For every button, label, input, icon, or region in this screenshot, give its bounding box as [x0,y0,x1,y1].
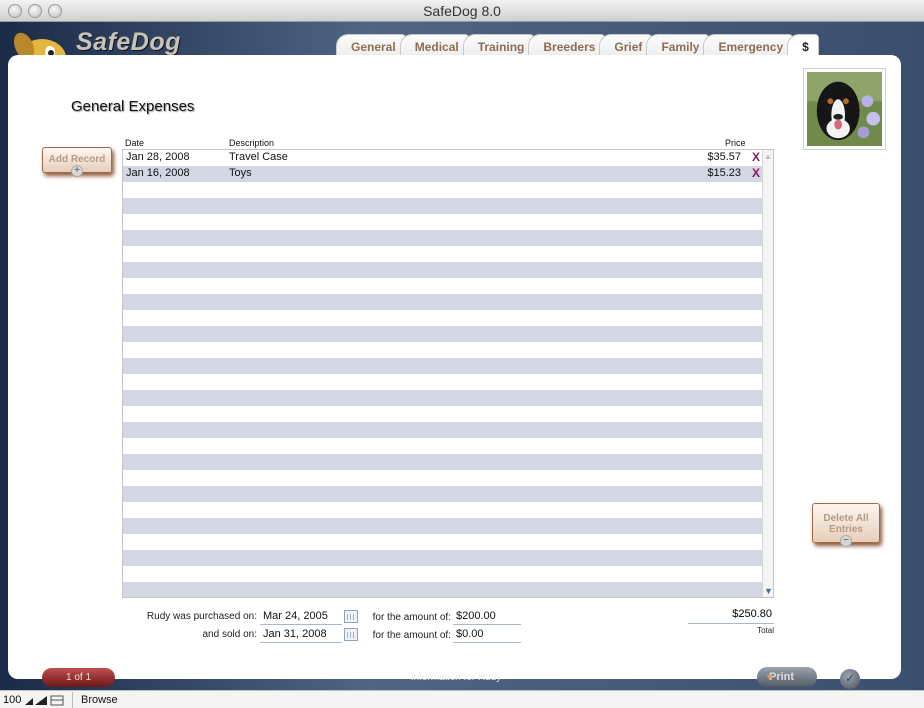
table-row[interactable] [123,470,763,486]
chevron-down-icon: ▼ [765,672,774,682]
scroll-down-icon[interactable]: ▼ [764,586,773,596]
zoom-controls-icon[interactable] [25,694,65,706]
add-record-label: Add Record [48,154,106,165]
table-row[interactable] [123,278,763,294]
purchase-amount-label: for the amount of: [372,612,451,623]
table-row[interactable] [123,310,763,326]
purchase-date-field[interactable]: Mar 24, 2005 [260,609,342,625]
table-row[interactable] [123,518,763,534]
calendar-icon[interactable] [344,628,358,641]
sold-label: and sold on: [202,629,258,640]
brand-wordmark: SafeDog [76,28,181,56]
table-row[interactable]: Jan 28, 2008 Travel Case $35.57 X [123,150,763,166]
table-row[interactable] [123,294,763,310]
zoom-level[interactable]: 100 [3,694,21,706]
table-row[interactable]: Jan 16, 2008 Toys $15.23 X [123,166,763,182]
row-description: Travel Case [229,151,288,163]
mode-indicator[interactable]: Browse [72,692,138,708]
sold-amount-field[interactable]: $0.00 [453,627,521,643]
table-row[interactable] [123,374,763,390]
scroll-up-icon[interactable]: ▲ [764,152,772,161]
column-header-description: Description [229,138,275,148]
delete-row-icon[interactable]: X [752,166,760,180]
row-date: Jan 28, 2008 [126,151,190,163]
table-row[interactable] [123,582,763,597]
table-row[interactable] [123,422,763,438]
table-row[interactable] [123,502,763,518]
check-icon[interactable]: ✓ [840,669,860,689]
table-row[interactable] [123,198,763,214]
table-row[interactable] [123,566,763,582]
window-title: SafeDog 8.0 [423,3,501,19]
table-row[interactable] [123,214,763,230]
row-price: $35.57 [707,151,741,163]
row-price: $15.23 [707,167,741,179]
record-counter[interactable]: 1 of 1 [42,668,115,687]
dog-photo [803,68,886,150]
expenses-table: Jan 28, 2008 Travel Case $35.57 X Jan 16, 20… [122,149,774,598]
add-record-button[interactable]: Add Record + [42,147,112,177]
total-label: Total [757,626,774,635]
column-header-price: Price [725,138,746,148]
delete-row-icon[interactable]: X [752,150,760,164]
table-row[interactable] [123,182,763,198]
dog-photo-image [807,72,882,146]
print-button[interactable]: ▼ Print [757,667,817,687]
table-row[interactable] [123,358,763,374]
table-row[interactable] [123,326,763,342]
calendar-icon[interactable] [344,610,358,623]
table-row[interactable] [123,550,763,566]
table-row[interactable] [123,390,763,406]
table-row[interactable] [123,438,763,454]
record-info: Information for Rudy [410,672,502,683]
table-row[interactable] [123,246,763,262]
column-header-date: Date [125,138,145,148]
table-row[interactable] [123,486,763,502]
delete-all-entries-button[interactable]: Delete All Entries − [812,503,880,547]
total-amount: $250.80 [688,608,774,624]
expenses-rows: Jan 28, 2008 Travel Case $35.57 X Jan 16, 20… [123,150,763,597]
window-titlebar: SafeDog 8.0 [0,0,924,22]
purchase-amount-field[interactable]: $200.00 [453,609,521,625]
page-title: General Expenses [71,98,195,115]
table-row[interactable] [123,262,763,278]
delete-all-label: Delete All Entries [823,513,869,535]
status-bar: 100 Browse [0,690,924,708]
row-description: Toys [229,167,252,179]
table-row[interactable] [123,454,763,470]
sold-date-field[interactable]: Jan 31, 2008 [260,627,342,643]
table-row[interactable] [123,406,763,422]
plus-icon: + [71,165,83,177]
minus-icon: − [840,535,852,547]
purchased-label: Rudy was purchased on: [146,611,257,622]
row-date: Jan 16, 2008 [126,167,190,179]
table-row[interactable] [123,534,763,550]
table-row[interactable] [123,342,763,358]
sold-amount-label: for the amount of: [372,630,451,641]
table-scrollbar[interactable]: ▲ ▼ [762,150,773,597]
table-row[interactable] [123,230,763,246]
